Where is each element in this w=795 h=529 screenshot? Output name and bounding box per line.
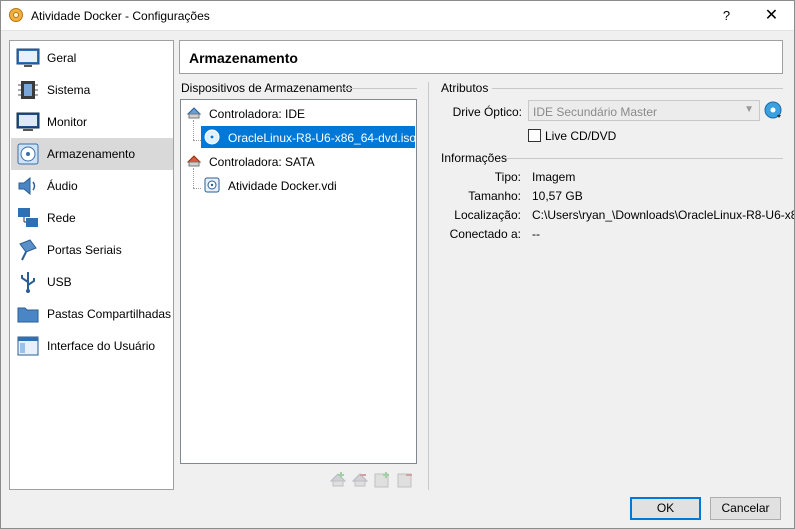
chip-icon [18,81,38,99]
help-button[interactable]: ? [704,0,749,31]
info-value-tipo: Imagem [532,170,576,184]
sidebar-item-label: Portas Seriais [47,243,122,257]
sidebar-item-label: Monitor [47,115,88,129]
settings-sidebar: Geral Sistema Monitor Armazenamento Áudi… [9,40,174,490]
info-group-label: Informações [441,151,508,165]
optical-drive-select[interactable]: IDE Secundário Master ▼ [528,100,760,121]
sidebar-item-portas-seriais[interactable]: Portas Seriais [11,234,173,266]
add-controller-icon[interactable] [329,471,347,489]
tree-connector [193,188,201,189]
storage-tree[interactable]: Controladora: IDE OracleLinux-R8-U6-x86_… [180,99,417,464]
remove-attachment-icon[interactable] [396,471,414,489]
sidebar-item-pastas-compartilhadas[interactable]: Pastas Compartilhadas [11,298,173,330]
title-bar: Atividade Docker - Configurações ? ✕ [0,0,795,31]
info-label-tipo: Tipo: [494,170,521,184]
sidebar-item-label: Pastas Compartilhadas [47,307,172,321]
info-value-tamanho: 10,57 GB [532,189,583,203]
serial-port-icon [19,239,37,261]
info-label-tamanho: Tamanho: [468,189,521,203]
sidebar-item-sistema[interactable]: Sistema [11,74,173,106]
network-icon [18,208,38,227]
live-cd-checkbox[interactable] [528,129,541,142]
storage-icon [17,143,39,165]
sidebar-item-rede[interactable]: Rede [11,202,173,234]
folder-icon [17,307,39,323]
sidebar-item-label: Sistema [47,83,91,97]
tree-item-label: Controladora: SATA [209,155,315,169]
usb-icon [21,272,35,293]
tree-item-controller-ide[interactable]: Controladora: IDE [183,102,416,124]
sidebar-item-label: Áudio [47,179,78,193]
sidebar-item-label: Interface do Usuário [47,339,156,353]
devices-group-label: Dispositivos de Armazenamento [181,81,353,95]
sidebar-item-label: Geral [47,51,77,65]
sidebar-item-usb[interactable]: USB [11,266,173,298]
chevron-down-icon: ▼ [744,104,754,115]
close-button[interactable]: ✕ [749,0,794,31]
remove-controller-icon[interactable] [351,471,369,489]
sidebar-item-monitor[interactable]: Monitor [11,106,173,138]
group-divider [506,158,783,159]
tree-item-optical-iso[interactable]: OracleLinux-R8-U6-x86_64-dvd.iso [201,126,417,148]
tree-item-controller-sata[interactable]: Controladora: SATA [183,150,416,172]
drive-label: Drive Óptico: [452,105,522,119]
tree-item-label: Controladora: IDE [209,107,306,121]
controller-icon [186,155,202,167]
add-attachment-icon[interactable] [373,471,391,489]
general-icon [16,48,40,67]
sidebar-item-geral[interactable]: Geral [11,42,173,74]
ok-button[interactable]: OK [630,497,701,520]
tree-item-disk-vdi[interactable]: Atividade Docker.vdi [201,174,415,196]
sidebar-item-interface-do-usuario[interactable]: Interface do Usuário [11,330,173,362]
info-label-conectado: Conectado a: [449,227,521,241]
panel-separator [428,82,429,490]
sidebar-item-label: USB [47,275,72,289]
tree-connector [193,140,201,141]
page-header: Armazenamento [179,40,783,74]
tree-item-label: OracleLinux-R8-U6-x86_64-dvd.iso [228,131,417,145]
group-divider [341,88,417,89]
hard-disk-icon [204,177,220,193]
virtualbox-gear-icon [9,8,23,22]
group-divider [492,88,783,89]
monitor-icon [16,112,40,131]
sidebar-item-armazenamento[interactable]: Armazenamento [11,138,173,170]
window-title: Atividade Docker - Configurações [31,9,210,23]
sidebar-item-label: Rede [47,211,76,225]
info-label-localizacao: Localização: [454,208,521,222]
window-icon [17,336,39,356]
live-cd-label: Live CD/DVD [545,129,617,143]
optical-disc-icon [204,129,220,145]
optical-drive-value: IDE Secundário Master [533,105,658,119]
page-title: Armazenamento [189,50,298,66]
tree-item-label: Atividade Docker.vdi [228,179,337,193]
sidebar-item-audio[interactable]: Áudio [11,170,173,202]
controller-icon [186,107,202,119]
info-value-conectado: -- [532,227,540,241]
sidebar-item-label: Armazenamento [47,147,136,161]
attributes-group-label: Atributos [441,81,489,95]
choose-disk-icon[interactable] [764,101,782,119]
cancel-button[interactable]: Cancelar [710,497,781,520]
speaker-icon [18,176,36,196]
info-value-localizacao: C:\Users\ryan_\Downloads\OracleLinux-R8-… [532,208,795,222]
